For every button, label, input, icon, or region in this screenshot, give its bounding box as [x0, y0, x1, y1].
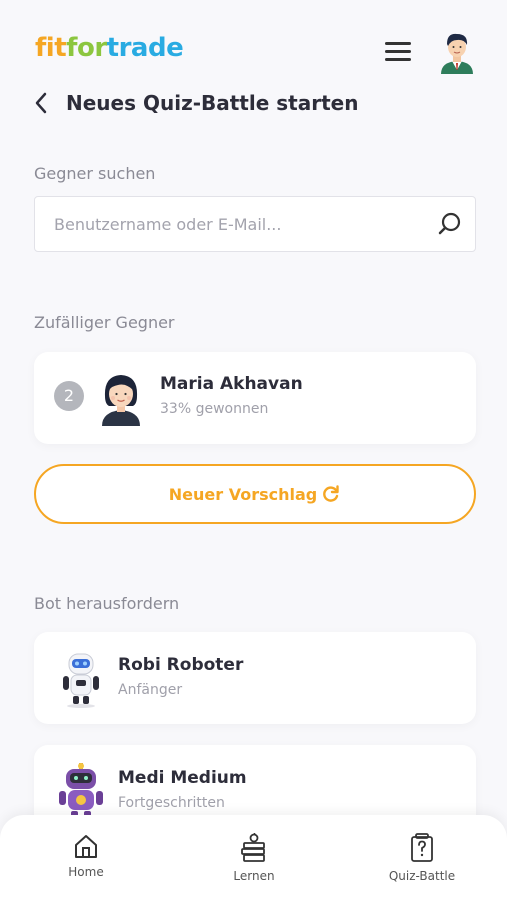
logo-part-trade: trade — [106, 33, 184, 63]
nav-item-home[interactable]: Home — [31, 833, 141, 879]
search-field[interactable] — [34, 196, 476, 252]
logo[interactable]: fitfortrade — [35, 33, 184, 63]
page-title: Neues Quiz-Battle starten — [66, 91, 359, 115]
bots-section-label: Bot herausfordern — [34, 594, 180, 613]
nav-label-lernen: Lernen — [233, 869, 275, 883]
nav-item-lernen[interactable]: Lernen — [199, 833, 309, 883]
robot-white-icon — [56, 650, 106, 708]
new-suggestion-label: Neuer Vorschlag — [168, 484, 318, 504]
random-opponent-card[interactable]: 2 Maria Akhavan 33% gewonnen — [34, 352, 476, 444]
nav-label-home: Home — [68, 865, 104, 879]
search-icon[interactable] — [437, 211, 463, 237]
robot-purple-icon — [56, 763, 106, 821]
nav-item-quiz-battle[interactable]: Quiz-Battle — [367, 833, 477, 883]
opponent-avatar — [96, 368, 146, 426]
bottom-nav: Home Lernen Quiz-Battle — [0, 815, 507, 900]
logo-part-for: for — [66, 33, 107, 63]
new-suggestion-button[interactable]: Neuer Vorschlag — [34, 464, 476, 524]
user-avatar-icon[interactable] — [437, 30, 477, 74]
nav-label-quiz-battle: Quiz-Battle — [388, 869, 456, 883]
opponent-stats: 33% gewonnen — [160, 401, 269, 417]
bot-card-robi[interactable]: Robi Roboter Anfänger — [34, 632, 476, 724]
bot-level: Anfänger — [118, 682, 183, 698]
rank-badge: 2 — [54, 381, 84, 411]
search-section-label: Gegner suchen — [34, 164, 156, 183]
refresh-icon — [323, 485, 339, 502]
page-title-row: Neues Quiz-Battle starten — [34, 88, 358, 118]
bot-name: Robi Roboter — [118, 655, 244, 675]
books-icon — [241, 833, 265, 862]
bot-level: Fortgeschritten — [118, 795, 225, 811]
header: fitfortrade — [0, 0, 507, 90]
logo-part-fit: fit — [35, 33, 67, 63]
search-input[interactable] — [35, 197, 425, 251]
opponent-name: Maria Akhavan — [160, 374, 303, 394]
bot-name: Medi Medium — [118, 768, 247, 788]
home-icon — [75, 835, 97, 858]
quiz-icon — [411, 833, 433, 862]
chevron-left-icon[interactable] — [34, 89, 56, 117]
hamburger-icon[interactable] — [385, 42, 411, 62]
random-opponent-label: Zufälliger Gegner — [34, 313, 175, 332]
